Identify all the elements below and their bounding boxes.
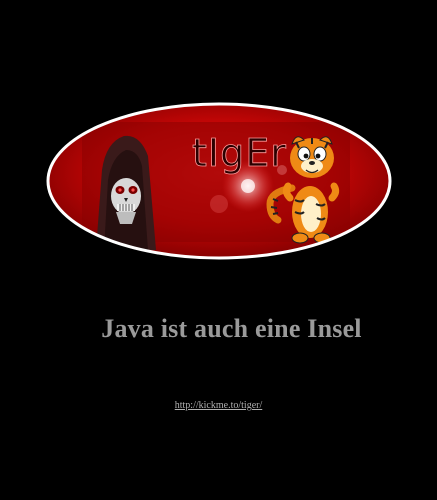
homepage-link[interactable]: http://kickme.to/tiger/: [0, 400, 437, 411]
logo-wordmark: tIgEr: [192, 131, 287, 175]
tiger-logo-banner: tIgEr: [46, 102, 392, 260]
page-background: tIgEr Java ist auch eine Insel http://ki…: [0, 0, 437, 500]
page-title: Java ist auch eine Insel: [101, 314, 362, 343]
